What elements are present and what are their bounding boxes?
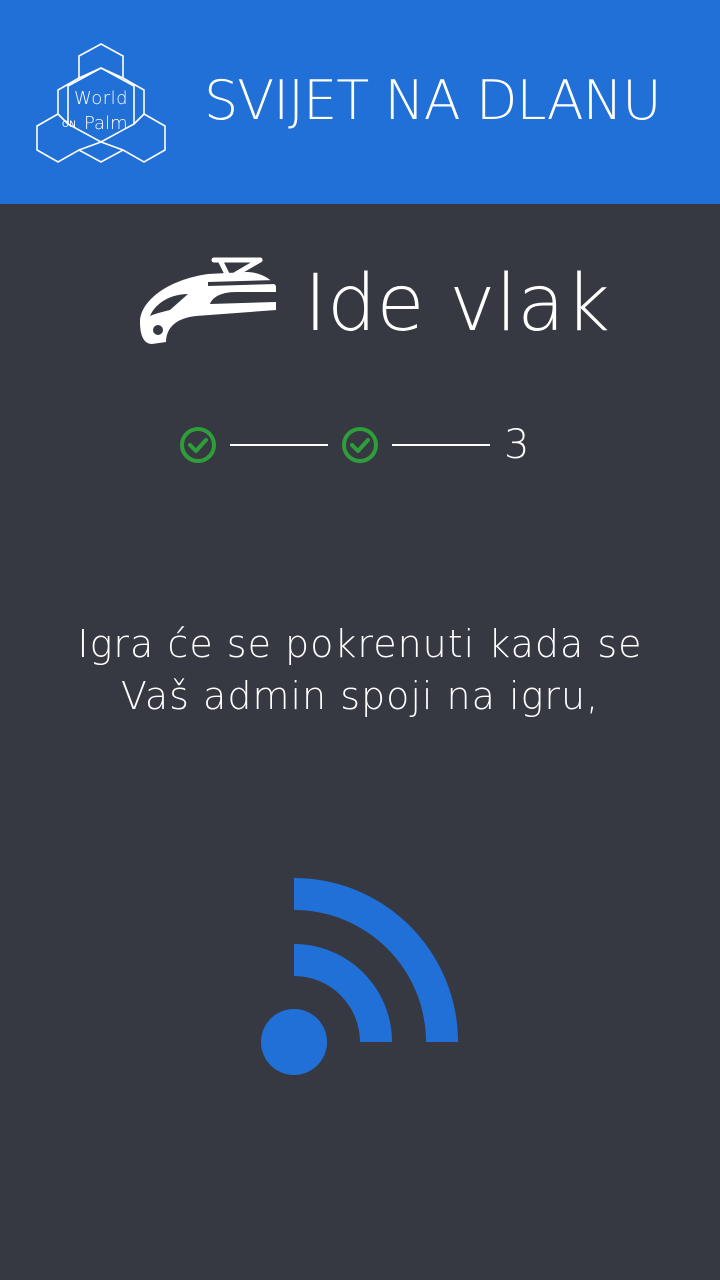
logo-word-on: ON [62,120,76,130]
waiting-message: Igra će se pokrenuti kada se Vaš admin s… [77,622,643,718]
step-connector [392,444,490,446]
app-title: SVIJET NA DLANU [204,69,662,132]
step-connector [230,444,328,446]
check-circle-icon [180,427,216,463]
app-header: World ON Palm SVIJET NA DLANU [0,0,720,204]
wifi-signal-icon [258,876,462,1080]
step-3-label: 3 [504,422,530,468]
train-icon [136,252,280,348]
check-circle-icon [342,427,378,463]
world-on-palm-logo: World ON Palm [36,40,166,165]
progress-stepper: 3 [176,420,556,476]
game-title: Ide vlak [304,259,611,349]
logo-word-world: World [73,88,129,109]
logo-word-palm: Palm [84,113,128,134]
